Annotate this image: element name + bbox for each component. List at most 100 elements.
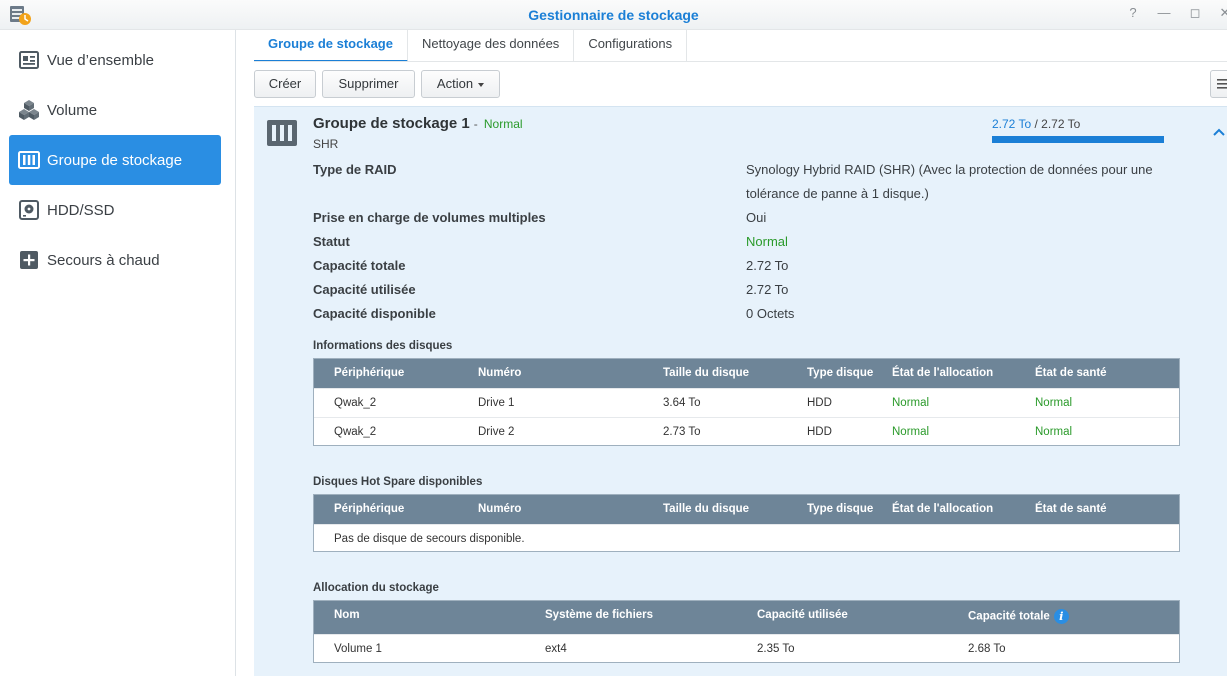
cell-allocation-status: Normal [892,426,930,438]
sidebar-item-label: HDD/SSD [47,201,115,219]
column-header[interactable]: Nom [334,609,360,621]
table-row[interactable]: Volume 1 ext4 2.35 To 2.68 To [314,634,1179,663]
table-header: Nom Système de fichiers Capacité utilisé… [314,601,1179,634]
prop-value-total-capacity: 2.72 To [746,258,789,273]
tab-bar: Groupe de stockage Nettoyage des données… [254,30,688,62]
action-button-label: Action [436,76,474,91]
column-header[interactable]: Périphérique [334,503,404,515]
volume-cubes-icon [18,99,40,121]
storage-pool-panel: Groupe de stockage 1- Normal SHR 2.72 To… [254,106,1227,676]
prop-label-total-capacity: Capacité totale [313,258,406,273]
view-toggle-button[interactable] [1210,70,1227,98]
storage-pool-icon [18,149,40,171]
sidebar-item-label: Vue d’ensemble [47,51,155,69]
column-header[interactable]: Taille du disque [663,503,749,515]
disk-info-table: Périphérique Numéro Taille du disque Typ… [313,358,1180,446]
cell-type: HDD [807,426,832,438]
sidebar-item-label: Secours à chaud [47,251,160,269]
collapse-chevron-icon[interactable] [1212,127,1226,137]
column-header[interactable]: Type disque [807,367,873,379]
usage-bar [992,136,1164,143]
cell-used-capacity: 2.35 To [757,643,795,655]
prop-value-used-capacity: 2.72 To [746,282,789,297]
minimize-icon[interactable]: — [1157,6,1171,20]
sidebar-item-volume[interactable]: Volume [9,85,221,135]
info-icon[interactable]: i [1053,609,1069,624]
pool-title: Groupe de stockage 1- Normal [313,115,523,132]
usage-total: 2.72 To [1041,117,1081,131]
empty-message: Pas de disque de secours disponible. [334,533,525,545]
column-header[interactable]: Système de fichiers [545,609,653,621]
column-header[interactable]: Numéro [478,503,521,515]
usage-used: 2.72 To [992,117,1032,131]
cell-size: 2.73 To [663,426,701,438]
maximize-icon[interactable]: ◻ [1188,6,1202,20]
cell-health-status: Normal [1035,426,1073,438]
prop-value-raid-type: Synology Hybrid RAID (SHR) (Avec la prot… [746,162,1153,201]
tab-configurations[interactable]: Configurations [574,30,688,62]
sidebar-item-label: Volume [47,101,98,119]
tab-storage-pool[interactable]: Groupe de stockage [254,30,408,62]
caret-down-icon [478,82,485,87]
cell-size: 3.64 To [663,397,701,409]
sidebar-item-label: Groupe de stockage [47,151,183,169]
table-header: Périphérique Numéro Taille du disque Typ… [314,495,1179,524]
sidebar-item-hdd-ssd[interactable]: HDD/SSD [9,185,221,235]
allocation-title: Allocation du stockage [313,582,439,594]
column-header[interactable]: Périphérique [334,367,404,379]
pool-raid-type: SHR [313,137,339,151]
column-header[interactable]: Numéro [478,367,521,379]
table-header: Périphérique Numéro Taille du disque Typ… [314,359,1179,388]
sidebar-item-overview[interactable]: Vue d’ensemble [9,35,221,85]
cell-number: Drive 1 [478,397,515,409]
column-header[interactable]: État de l'allocation [892,503,993,515]
prop-value-multi-volume: Oui [746,210,767,225]
prop-value-status: Normal [746,234,788,249]
sidebar-item-hot-spare[interactable]: Secours à chaud [9,235,221,285]
table-row[interactable]: Qwak_2 Drive 1 3.64 To HDD Normal Normal [314,388,1179,417]
sidebar: Vue d’ensemble Volume Groupe de stockage… [0,30,236,676]
column-header-label: Capacité totale [968,610,1050,623]
column-header[interactable]: État de santé [1035,367,1107,379]
prop-value-available-capacity: 0 Octets [746,306,795,321]
prop-label-available-capacity: Capacité disponible [313,306,436,321]
column-header[interactable]: État de l'allocation [892,367,993,379]
create-button[interactable]: Créer [254,70,316,98]
cell-health-status: Normal [1035,397,1073,409]
allocation-table: Nom Système de fichiers Capacité utilisé… [313,600,1180,663]
hdd-icon [18,199,40,221]
tab-divider [254,61,1227,62]
prop-label-used-capacity: Capacité utilisée [313,282,416,297]
pool-status-badge: Normal [483,117,523,131]
action-button[interactable]: Action [421,70,500,98]
pool-dash: - [473,117,478,131]
column-header[interactable]: Capacité totale i [968,609,1069,624]
usage-text: 2.72 To / 2.72 To [992,117,1080,131]
usage-bar-fill [992,136,1164,143]
table-row[interactable]: Qwak_2 Drive 2 2.73 To HDD Normal Normal [314,417,1179,446]
hot-spare-table: Périphérique Numéro Taille du disque Typ… [313,494,1180,552]
close-icon[interactable]: ✕ [1218,6,1227,20]
sidebar-item-storage-pool[interactable]: Groupe de stockage [9,135,221,185]
hot-spare-plus-icon [18,249,40,271]
column-header[interactable]: Capacité utilisée [757,609,848,621]
cell-device: Qwak_2 [334,426,377,438]
column-header[interactable]: Taille du disque [663,367,749,379]
usage-separator: / [1031,117,1042,131]
pool-name: Groupe de stockage 1 [313,115,470,132]
cell-device: Qwak_2 [334,397,377,409]
cell-number: Drive 2 [478,426,515,438]
column-header[interactable]: Type disque [807,503,873,515]
prop-label-raid-type: Type de RAID [313,162,397,177]
cell-type: HDD [807,397,832,409]
cell-allocation-status: Normal [892,397,930,409]
delete-button[interactable]: Supprimer [322,70,415,98]
cell-filesystem: ext4 [545,643,567,655]
column-header[interactable]: État de santé [1035,503,1107,515]
cell-name: Volume 1 [334,643,382,655]
tab-data-scrubbing[interactable]: Nettoyage des données [408,30,575,62]
help-icon[interactable]: ? [1126,6,1140,20]
window-title: Gestionnaire de stockage [528,7,699,23]
hot-spare-title: Disques Hot Spare disponibles [313,476,483,488]
cell-total-capacity: 2.68 To [968,643,1006,655]
